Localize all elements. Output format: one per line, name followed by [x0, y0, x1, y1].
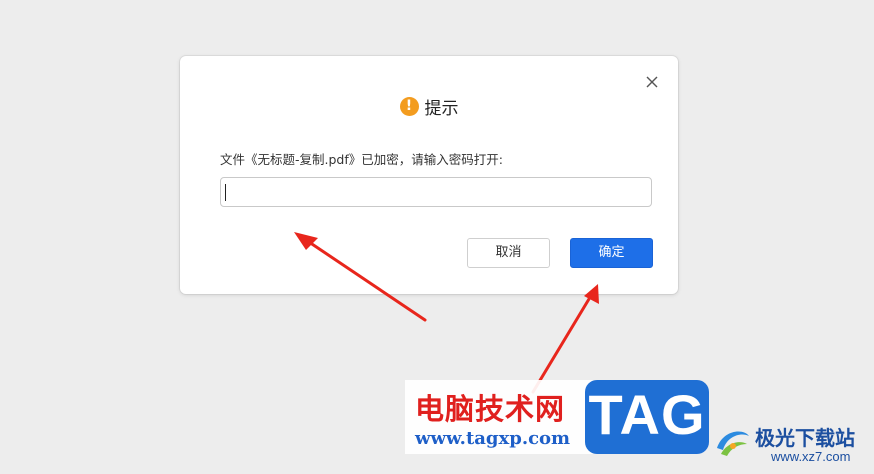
- dialog-title: 提示: [424, 99, 459, 119]
- password-dialog: ! 提示 文件《无标题-复制.pdf》已加密，请输入密码打开: 取消 确定: [180, 56, 678, 294]
- arrow-to-confirm: [531, 284, 599, 394]
- watermark-tag-text: TAG: [588, 383, 706, 446]
- watermark-site-name: 电脑技术网: [415, 392, 566, 426]
- close-button[interactable]: [644, 74, 660, 90]
- watermark-site-block: 电脑技术网 www.tagxp.com: [405, 380, 593, 454]
- aurora-logo-icon: [717, 431, 749, 456]
- password-prompt: 文件《无标题-复制.pdf》已加密，请输入密码打开:: [220, 152, 503, 167]
- cancel-button[interactable]: 取消: [467, 238, 550, 268]
- watermark-brand-name: 极光下载站: [755, 426, 855, 450]
- warning-icon: !: [399, 97, 419, 116]
- password-input[interactable]: [220, 177, 652, 207]
- watermark-tag-logo: TAG: [585, 380, 709, 454]
- watermark-brand-url: www.xz7.com: [771, 449, 851, 464]
- close-icon: [646, 76, 658, 88]
- watermark-brand: 极光下载站 www.xz7.com: [711, 418, 874, 474]
- watermark: 电脑技术网 www.tagxp.com TAG 极光下载站 www.xz7.co…: [405, 380, 874, 474]
- screen: ! 提示 文件《无标题-复制.pdf》已加密，请输入密码打开: 取消 确定 电脑…: [0, 0, 874, 474]
- watermark-site-url: www.tagxp.com: [415, 428, 571, 449]
- confirm-button[interactable]: 确定: [570, 238, 653, 268]
- dialog-header: ! 提示: [180, 94, 678, 119]
- text-caret: [225, 184, 226, 201]
